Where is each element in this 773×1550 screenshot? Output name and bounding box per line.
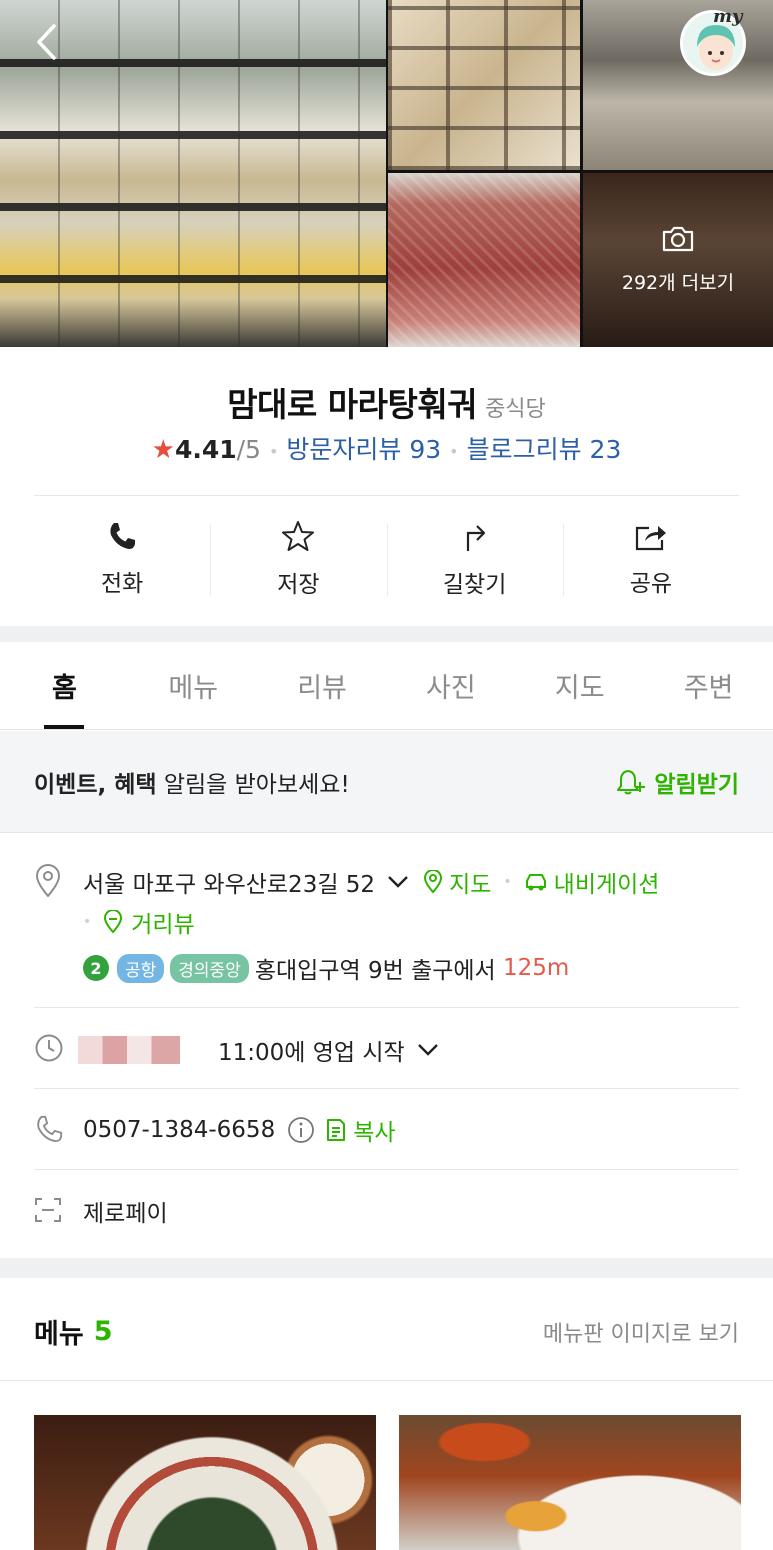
street-view-link[interactable]: 거리뷰 xyxy=(103,905,195,939)
more-photos-label: 292개 더보기 xyxy=(621,272,735,294)
event-text: 이벤트, 혜택 알림을 받아보세요! xyxy=(34,765,350,799)
phone-number[interactable]: 0507-1384-6658 xyxy=(83,1117,275,1143)
directions-icon xyxy=(466,525,485,551)
phone-row: 0507-1384-6658 복사 xyxy=(83,1113,396,1147)
divider xyxy=(34,1088,739,1089)
chevron-down-icon xyxy=(417,1044,438,1056)
tab-map[interactable]: 지도 xyxy=(515,642,644,729)
menu-section-title: 메뉴 xyxy=(34,1319,84,1350)
info-icon xyxy=(288,1117,315,1143)
rating-row: ★4.41/5 • 방문자리뷰 93 • 블로그리뷰 23 xyxy=(0,430,773,466)
notification-label: 알림받기 xyxy=(654,771,739,798)
place-title-row: 맘대로 마라탕훠궈 중식당 xyxy=(0,378,773,426)
back-button[interactable] xyxy=(28,22,64,62)
tab-nearby[interactable]: 주변 xyxy=(644,642,773,729)
share-button[interactable]: 공유 xyxy=(562,498,739,620)
photo-thumb-1[interactable] xyxy=(388,0,580,170)
place-category: 중식당 xyxy=(485,397,546,422)
separator-dot: • xyxy=(268,441,279,461)
subway-line-badge: 2 xyxy=(83,955,109,981)
station-distance: 125m xyxy=(503,955,570,981)
star-outline-icon xyxy=(282,521,315,551)
copy-button[interactable]: 복사 xyxy=(325,1113,396,1147)
my-label: my xyxy=(713,6,743,27)
address-text: 서울 마포구 와우산로23길 52 xyxy=(83,872,376,898)
phone-outline-icon xyxy=(34,1114,64,1148)
more-photos-button[interactable]: 292개 더보기 xyxy=(583,173,773,347)
address-row: 서울 마포구 와우산로23길 52 지도 • 내비게이션 xyxy=(83,865,659,899)
menu-item-photo[interactable] xyxy=(34,1415,376,1550)
chevron-left-icon xyxy=(37,24,56,60)
location-pin-icon xyxy=(34,864,62,902)
event-text-rest: 알림을 받아보세요! xyxy=(156,771,350,798)
separator-dot: • xyxy=(503,874,512,890)
hours-status-redacted xyxy=(78,1036,180,1064)
address-row-2: • 거리뷰 xyxy=(83,905,195,939)
photo-gallery[interactable]: 292개 더보기 my xyxy=(0,0,773,347)
station-exit: 9번 출구에서 xyxy=(360,958,504,984)
visitor-reviews-link[interactable]: 방문자리뷰 93 xyxy=(286,435,441,464)
rating-score: 4.41 xyxy=(174,435,237,464)
tab-menu[interactable]: 메뉴 xyxy=(129,642,258,729)
share-label: 공유 xyxy=(629,571,673,597)
action-bar: 전화 저장 길찾기 공유 xyxy=(0,498,773,620)
airport-line-pill: 공항 xyxy=(117,953,165,983)
menu-section-header: 메뉴 5 메뉴판 이미지로 보기 xyxy=(34,1312,739,1351)
tab-bar: 홈 메뉴 리뷰 사진 지도 주변 xyxy=(0,642,773,730)
divider xyxy=(0,1380,773,1381)
copy-icon xyxy=(327,1119,346,1141)
blog-reviews-link[interactable]: 블로그리뷰 23 xyxy=(467,435,622,464)
section-gap xyxy=(0,626,773,642)
place-name: 맘대로 마라탕훠궈 xyxy=(227,385,478,424)
zeropay-label: 제로페이 xyxy=(83,1201,168,1227)
save-label: 저장 xyxy=(277,572,320,598)
hours-row[interactable]: 11:00에 영업 시작 xyxy=(218,1033,439,1067)
section-gap xyxy=(0,1258,773,1278)
street-view-label: 거리뷰 xyxy=(131,912,195,938)
event-banner: 이벤트, 혜택 알림을 받아보세요! 알림받기 xyxy=(0,731,773,833)
menu-item-photo[interactable] xyxy=(399,1415,741,1550)
divider xyxy=(34,495,739,496)
menu-count: 5 xyxy=(93,1316,113,1347)
share-icon xyxy=(635,526,666,551)
navigation-link-label: 내비게이션 xyxy=(553,872,660,898)
tab-review[interactable]: 리뷰 xyxy=(258,642,387,729)
subway-info: 2 공항 경의중앙 홍대입구역 9번 출구에서 125m xyxy=(83,951,569,985)
chevron-down-icon[interactable] xyxy=(387,875,409,889)
map-link[interactable]: 지도 xyxy=(423,865,491,899)
tab-home[interactable]: 홈 xyxy=(0,642,129,729)
call-label: 전화 xyxy=(100,571,144,597)
bell-plus-icon xyxy=(617,769,646,794)
star-filled-icon: ★ xyxy=(151,435,175,465)
navigation-link[interactable]: 내비게이션 xyxy=(524,865,660,899)
phone-icon xyxy=(110,523,136,549)
notification-button[interactable]: 알림받기 xyxy=(616,765,739,799)
gyeongui-line-pill: 경의중앙 xyxy=(170,953,249,983)
scan-icon xyxy=(34,1197,62,1227)
tab-photo[interactable]: 사진 xyxy=(386,642,515,729)
rating-max: /5 xyxy=(236,435,261,464)
directions-button[interactable]: 길찾기 xyxy=(386,498,563,620)
separator-dot: • xyxy=(449,441,459,461)
map-link-label: 지도 xyxy=(449,872,492,898)
save-button[interactable]: 저장 xyxy=(210,498,386,620)
clock-icon xyxy=(34,1033,64,1067)
photo-thumb-3[interactable] xyxy=(388,173,580,347)
car-icon xyxy=(525,874,546,891)
directions-label: 길찾기 xyxy=(442,572,507,598)
hours-text: 11:00에 영업 시작 xyxy=(218,1040,405,1066)
divider xyxy=(34,1169,739,1170)
menu-board-image-link[interactable]: 메뉴판 이미지로 보기 xyxy=(543,1316,739,1348)
map-pin-icon xyxy=(424,870,443,894)
street-view-pin-icon xyxy=(104,910,123,934)
copy-label: 복사 xyxy=(353,1120,396,1146)
station-name: 홍대입구역 xyxy=(254,958,361,984)
event-text-bold: 이벤트, 혜택 xyxy=(34,771,157,798)
divider xyxy=(34,1007,739,1008)
separator-dot: • xyxy=(83,914,92,930)
camera-icon xyxy=(661,225,695,258)
photo-thumb-2[interactable] xyxy=(583,0,773,170)
call-button[interactable]: 전화 xyxy=(34,498,210,620)
